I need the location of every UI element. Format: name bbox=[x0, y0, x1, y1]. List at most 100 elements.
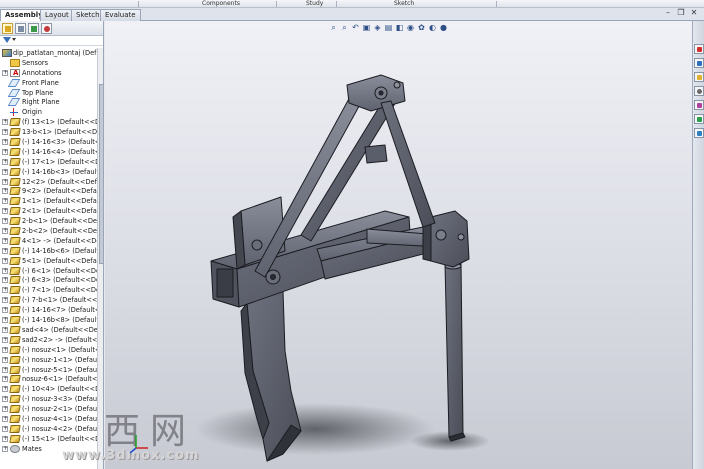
tree-item[interactable]: + (-) nosuz-3<3> (Default< bbox=[0, 394, 103, 404]
tree-scrollbar[interactable] bbox=[97, 48, 103, 469]
tree-item[interactable]: +13-b<1> (Default<<Defau bbox=[0, 127, 103, 137]
chevron-down-icon[interactable] bbox=[12, 38, 16, 41]
expand-toggle-icon[interactable]: + bbox=[2, 208, 8, 215]
tree-item[interactable]: + nosuz-6<1> (Default<<D bbox=[0, 374, 103, 384]
tree-filter-row[interactable] bbox=[0, 36, 103, 46]
tab-evaluate[interactable]: Evaluate bbox=[100, 9, 141, 21]
restore-icon[interactable]: ❐ bbox=[676, 9, 686, 18]
tree-item[interactable]: Top Plane bbox=[0, 88, 97, 98]
tree-item[interactable]: + (-) nosuz-5<1> (Default< bbox=[0, 365, 103, 375]
tree-item[interactable]: + (-) 14-16b<6> (Default<< bbox=[0, 246, 103, 256]
expand-toggle-icon[interactable]: + bbox=[2, 346, 8, 353]
part-icon bbox=[9, 375, 21, 384]
expand-toggle-icon[interactable]: + bbox=[2, 119, 8, 126]
display-manager-tab-button[interactable] bbox=[41, 23, 52, 34]
expand-toggle-icon[interactable]: + bbox=[2, 376, 8, 383]
tree-item[interactable]: +1<1> (Default<<Default> bbox=[0, 196, 103, 206]
tree-item[interactable]: + (-) 14-16b<8> (Default<< bbox=[0, 315, 103, 325]
tree-item[interactable]: + (-) nosuz-4<2> (Default< bbox=[0, 424, 103, 434]
tree-item[interactable]: + (-) 15<1> (Default<<Def bbox=[0, 434, 103, 444]
tree-item[interactable]: + (-) 14-16<3> (Default<<De bbox=[0, 137, 103, 147]
tree-item[interactable]: Front Plane bbox=[0, 78, 97, 88]
tree-item[interactable]: + sad2<2> -> (Default<<De bbox=[0, 335, 103, 345]
command-section-components[interactable]: Components bbox=[202, 0, 240, 8]
tree-item[interactable]: + (-) nosuz-4<1> (Default< bbox=[0, 414, 103, 424]
tree-item[interactable]: Right Plane bbox=[0, 97, 97, 107]
tree-item[interactable]: + (-) 6<3> (Default<<Defau bbox=[0, 275, 103, 285]
command-section-sketch[interactable]: Sketch bbox=[394, 0, 414, 8]
expand-toggle-icon[interactable]: + bbox=[2, 277, 8, 284]
tree-item[interactable]: +2-b<2> (Default<<Default bbox=[0, 226, 103, 236]
expand-toggle-icon[interactable]: + bbox=[2, 307, 8, 314]
expand-toggle-icon[interactable]: + bbox=[2, 445, 8, 452]
expand-toggle-icon[interactable]: + bbox=[2, 69, 8, 76]
expand-toggle-icon[interactable]: + bbox=[2, 297, 8, 304]
expand-toggle-icon[interactable]: + bbox=[2, 168, 8, 175]
expand-toggle-icon[interactable]: + bbox=[2, 287, 8, 294]
custom-properties-button[interactable] bbox=[694, 128, 704, 138]
tree-item[interactable]: +4<1> -> (Default<<Defau bbox=[0, 236, 103, 246]
solidworks-resources-button[interactable] bbox=[694, 44, 704, 54]
expand-toggle-icon[interactable]: + bbox=[2, 425, 8, 432]
expand-toggle-icon[interactable]: + bbox=[2, 317, 8, 324]
tree-item[interactable]: + (-) 14-16b<3> (Default<< bbox=[0, 167, 103, 177]
expand-toggle-icon[interactable]: + bbox=[2, 386, 8, 393]
tree-item[interactable]: + (-) 14-16<4> (Default<<D bbox=[0, 147, 103, 157]
tree-item[interactable]: + sad<4> (Default<<Default bbox=[0, 325, 103, 335]
expand-toggle-icon[interactable]: + bbox=[2, 218, 8, 225]
expand-toggle-icon[interactable]: + bbox=[2, 356, 8, 363]
property-manager-tab-button[interactable] bbox=[15, 23, 26, 34]
command-section-study[interactable]: Study bbox=[306, 0, 323, 8]
tree-item[interactable]: +9<2> (Default<<Default> bbox=[0, 186, 103, 196]
tree-item[interactable]: + (-) nosuz<1> (Default<<D bbox=[0, 345, 103, 355]
expand-toggle-icon[interactable]: + bbox=[2, 198, 8, 205]
diagonal-brace bbox=[380, 100, 436, 228]
expand-toggle-icon[interactable]: + bbox=[2, 129, 8, 136]
configuration-manager-tab-button[interactable] bbox=[28, 23, 39, 34]
tree-item[interactable]: Sensors bbox=[0, 58, 97, 68]
tree-item[interactable]: + (-) 14-16<7> (Default<<D bbox=[0, 305, 103, 315]
expand-toggle-icon[interactable]: + bbox=[2, 267, 8, 274]
filter-icon[interactable] bbox=[3, 37, 11, 43]
expand-toggle-icon[interactable]: + bbox=[2, 237, 8, 244]
expand-toggle-icon[interactable]: + bbox=[2, 326, 8, 333]
expand-toggle-icon[interactable]: + bbox=[2, 366, 8, 373]
expand-toggle-icon[interactable]: + bbox=[2, 396, 8, 403]
file-explorer-button[interactable] bbox=[694, 72, 704, 82]
tree-item[interactable]: + (-) nosuz-2<1> (Default< bbox=[0, 404, 103, 414]
tree-item[interactable]: + (f) 13<1> (Default<<Defa bbox=[0, 117, 103, 127]
view-palette-button[interactable] bbox=[694, 100, 704, 110]
tree-item[interactable]: + (-) nosuz-1<1> (Default< bbox=[0, 355, 103, 365]
expand-toggle-icon[interactable]: + bbox=[2, 178, 8, 185]
expand-toggle-icon[interactable]: + bbox=[2, 257, 8, 264]
tree-item[interactable]: Origin bbox=[0, 107, 97, 117]
tree-item[interactable]: + (-) 7-b<1> (Default<<Def bbox=[0, 295, 103, 305]
tree-item[interactable]: +2-b<1> (Default<<Default bbox=[0, 216, 103, 226]
feature-tree-tab-button[interactable] bbox=[2, 23, 13, 34]
expand-toggle-icon[interactable]: + bbox=[2, 139, 8, 146]
expand-toggle-icon[interactable]: + bbox=[2, 228, 8, 235]
tree-item[interactable]: + (-) 7<1> (Default<<Defau bbox=[0, 285, 103, 295]
tree-item[interactable]: + (-) 10<4> (Default<<Defa bbox=[0, 384, 103, 394]
tab-layout[interactable]: Layout bbox=[40, 9, 74, 21]
expand-toggle-icon[interactable]: + bbox=[2, 148, 8, 155]
close-icon[interactable]: ✕ bbox=[689, 9, 699, 18]
appearances-button[interactable] bbox=[694, 114, 704, 124]
expand-toggle-icon[interactable]: + bbox=[2, 435, 8, 442]
tree-item[interactable]: +12<2> (Default<<Default bbox=[0, 177, 103, 187]
tree-root-assembly[interactable]: dip_patlatan_montaj (Default bbox=[0, 48, 103, 58]
tree-item[interactable]: + (-) 6<1> (Default<<Defau bbox=[0, 266, 103, 276]
expand-toggle-icon[interactable]: + bbox=[2, 158, 8, 165]
tree-item[interactable]: + Annotations bbox=[0, 68, 97, 78]
design-library-button[interactable] bbox=[694, 58, 704, 68]
tree-item[interactable]: +5<1> (Default<<Default> bbox=[0, 256, 103, 266]
minimize-icon[interactable]: – bbox=[663, 9, 673, 18]
expand-toggle-icon[interactable]: + bbox=[2, 188, 8, 195]
tree-item[interactable]: +2<1> (Default<<Default> bbox=[0, 206, 103, 216]
expand-toggle-icon[interactable]: + bbox=[2, 247, 8, 254]
expand-toggle-icon[interactable]: + bbox=[2, 415, 8, 422]
expand-toggle-icon[interactable]: + bbox=[2, 406, 8, 413]
search-button[interactable] bbox=[694, 86, 704, 96]
expand-toggle-icon[interactable]: + bbox=[2, 336, 8, 343]
tree-item[interactable]: + (-) 17<1> (Default<<Defa bbox=[0, 157, 103, 167]
